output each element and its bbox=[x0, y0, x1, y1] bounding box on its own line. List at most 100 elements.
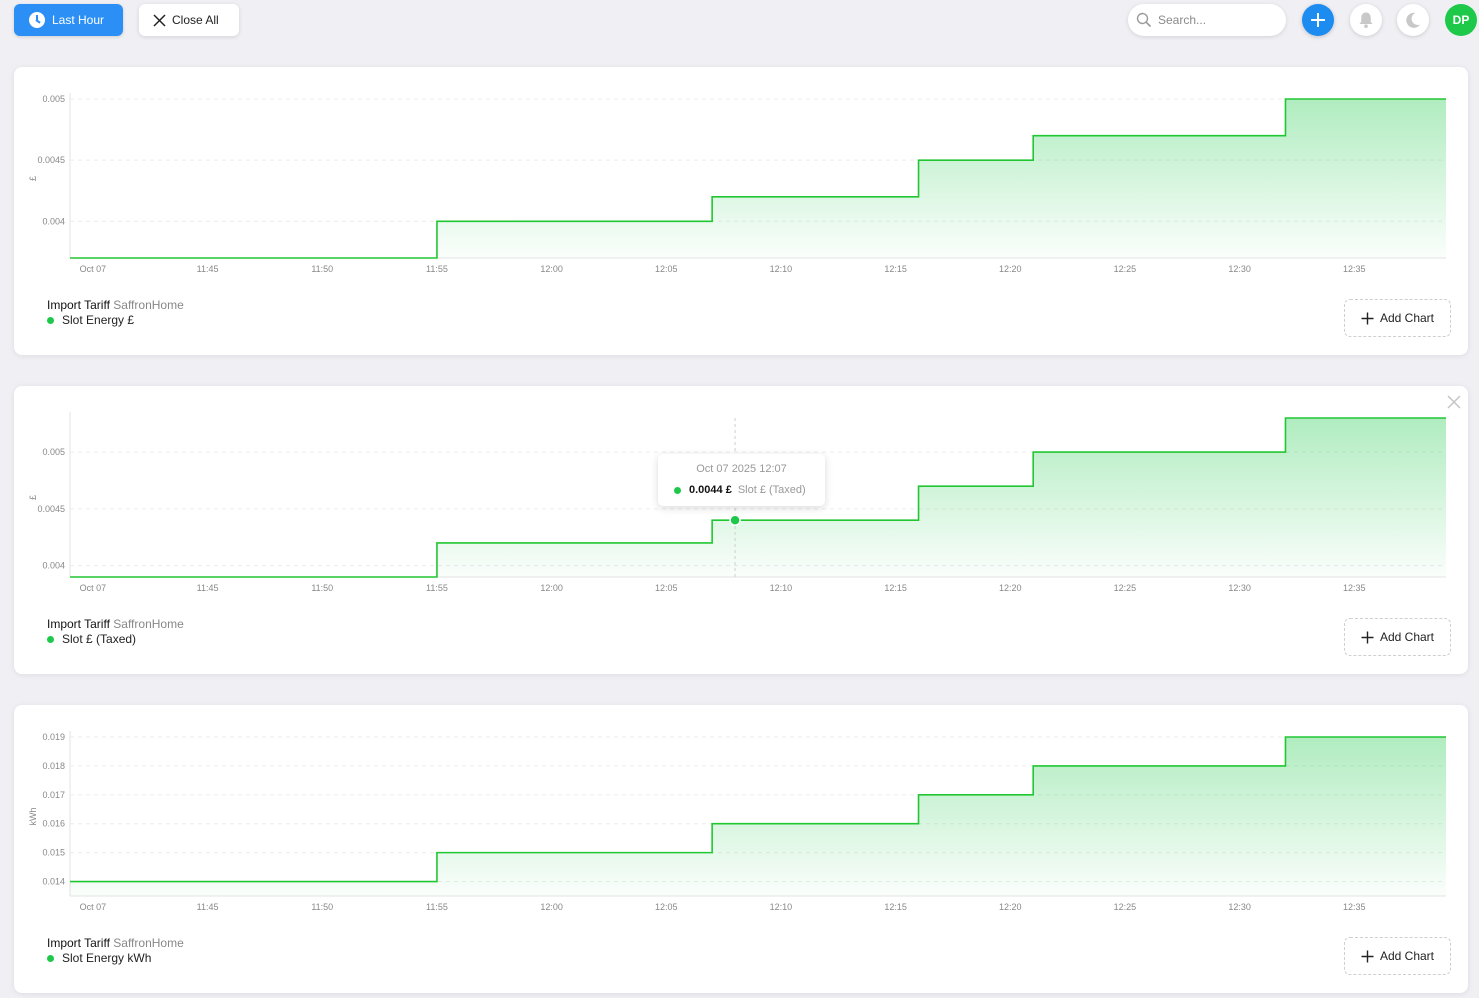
y-tick-label: 0.004 bbox=[42, 216, 65, 226]
chart-panel: 0.004 0.0045 0.005 £ Oct 07 11:45 11:50 11:55 12… bbox=[14, 67, 1468, 355]
legend-series-name: Slot Energy kWh bbox=[62, 951, 152, 965]
chart-legend: Import Tariff SaffronHome Slot Energy £ bbox=[47, 298, 184, 328]
y-axis-label: kWh bbox=[28, 808, 38, 826]
chart-panel: 0.014 0.015 0.016 0.017 0.018 0.019 kWh Oct 07 1… bbox=[14, 705, 1468, 993]
y-tick-label: 0.014 bbox=[42, 877, 65, 887]
y-tick-label: 0.004 bbox=[42, 561, 65, 571]
x-tick-label: 12:20 bbox=[999, 583, 1022, 593]
series-area bbox=[70, 99, 1446, 258]
top-bar: Last Hour Close All DP bbox=[0, 0, 1479, 40]
x-tick-label: 11:55 bbox=[426, 583, 448, 593]
x-tick-label: 11:50 bbox=[311, 583, 333, 593]
series-color-dot bbox=[47, 955, 54, 962]
chart-tooltip: Oct 07 2025 12:07 0.0044 £ Slot £ (Taxed… bbox=[658, 454, 825, 506]
chart[interactable]: 0.004 0.0045 0.005 £ Oct 07 11:45 11:50 11:55 12… bbox=[14, 386, 1468, 674]
x-tick-label: 12:05 bbox=[655, 264, 678, 274]
x-tick-label: 12:25 bbox=[1114, 264, 1137, 274]
tooltip-series: Slot £ (Taxed) bbox=[737, 484, 806, 496]
legend-series[interactable]: Slot Energy £ bbox=[47, 313, 184, 328]
x-tick-label: 12:10 bbox=[770, 264, 793, 274]
x-tick-label: Oct 07 bbox=[80, 264, 107, 274]
x-tick-label: Oct 07 bbox=[80, 902, 107, 912]
y-tick-label: 0.018 bbox=[42, 761, 65, 771]
time-range-button[interactable]: Last Hour bbox=[14, 4, 123, 36]
tooltip-row: 0.0044 £ Slot £ (Taxed) bbox=[674, 484, 806, 496]
tooltip-value: 0.0044 £ bbox=[689, 484, 732, 496]
x-tick-label: 12:35 bbox=[1343, 902, 1366, 912]
x-tick-label: 12:30 bbox=[1228, 583, 1251, 593]
x-tick-label: 11:55 bbox=[426, 902, 448, 912]
x-tick-label: 12:10 bbox=[770, 583, 793, 593]
chart[interactable]: 0.014 0.015 0.016 0.017 0.018 0.019 kWh Oct 07 1… bbox=[14, 705, 1468, 993]
close-all-label: Close All bbox=[172, 13, 219, 27]
avatar[interactable]: DP bbox=[1445, 4, 1477, 36]
legend-series[interactable]: Slot £ (Taxed) bbox=[47, 632, 184, 647]
legend-series-name: Slot £ (Taxed) bbox=[62, 632, 137, 646]
plus-icon bbox=[1361, 312, 1374, 324]
x-tick-label: 11:45 bbox=[197, 264, 219, 274]
x-tick-label: 11:45 bbox=[197, 583, 219, 593]
legend-series[interactable]: Slot Energy kWh bbox=[47, 951, 184, 966]
theme-toggle-button[interactable] bbox=[1397, 4, 1429, 36]
x-tick-label: 12:15 bbox=[884, 583, 907, 593]
plus-icon bbox=[1361, 631, 1374, 643]
add-chart-button[interactable]: Add Chart bbox=[1344, 937, 1451, 975]
x-tick-label: 12:30 bbox=[1228, 902, 1251, 912]
y-axis-label: £ bbox=[28, 495, 38, 500]
legend-entity: Import Tariff bbox=[47, 617, 110, 631]
x-tick-label: 12:25 bbox=[1114, 902, 1137, 912]
legend-device: SaffronHome bbox=[113, 936, 184, 950]
avatar-initials: DP bbox=[1452, 13, 1470, 27]
notifications-button[interactable] bbox=[1350, 4, 1382, 36]
y-axis-label: £ bbox=[28, 176, 38, 181]
search-input[interactable] bbox=[1158, 13, 1278, 27]
legend-device: SaffronHome bbox=[113, 298, 184, 312]
y-tick-label: 0.005 bbox=[42, 447, 65, 457]
y-tick-label: 0.016 bbox=[42, 819, 65, 829]
x-tick-label: 12:05 bbox=[655, 902, 678, 912]
x-tick-label: 12:00 bbox=[540, 902, 563, 912]
x-tick-label: 12:35 bbox=[1343, 583, 1366, 593]
x-tick-label: Oct 07 bbox=[80, 583, 107, 593]
legend-series-name: Slot Energy £ bbox=[62, 313, 135, 327]
add-chart-label: Add Chart bbox=[1379, 949, 1435, 963]
x-tick-label: 12:20 bbox=[999, 902, 1022, 912]
x-tick-label: 12:25 bbox=[1114, 583, 1137, 593]
x-tick-label: 12:00 bbox=[540, 264, 563, 274]
close-panel-icon[interactable] bbox=[1446, 394, 1462, 410]
plus-icon bbox=[1311, 13, 1325, 27]
x-tick-label: 11:50 bbox=[311, 264, 333, 274]
x-tick-label: 12:05 bbox=[655, 583, 678, 593]
x-tick-label: 12:35 bbox=[1343, 264, 1366, 274]
y-tick-label: 0.0045 bbox=[37, 504, 65, 514]
close-all-button[interactable]: Close All bbox=[139, 4, 239, 36]
hover-point bbox=[729, 514, 741, 526]
clock-icon bbox=[29, 12, 45, 28]
x-tick-label: 12:15 bbox=[884, 264, 907, 274]
add-button[interactable] bbox=[1302, 4, 1334, 36]
series-area bbox=[70, 737, 1446, 896]
y-tick-label: 0.0045 bbox=[37, 155, 65, 165]
moon-icon bbox=[1406, 12, 1420, 28]
x-tick-label: 12:15 bbox=[884, 902, 907, 912]
add-chart-button[interactable]: Add Chart bbox=[1344, 299, 1451, 337]
close-icon bbox=[153, 13, 166, 27]
x-tick-label: 11:45 bbox=[197, 902, 219, 912]
legend-entity: Import Tariff bbox=[47, 936, 110, 950]
tooltip-time: Oct 07 2025 12:07 bbox=[696, 463, 787, 475]
series-color-dot bbox=[47, 317, 54, 324]
search-box bbox=[1128, 4, 1286, 36]
chart-legend: Import Tariff SaffronHome Slot £ (Taxed) bbox=[47, 617, 184, 647]
y-tick-label: 0.017 bbox=[42, 790, 65, 800]
chart[interactable]: 0.004 0.0045 0.005 £ Oct 07 11:45 11:50 11:55 12… bbox=[14, 67, 1468, 355]
x-tick-label: 11:55 bbox=[426, 264, 448, 274]
x-tick-label: 11:50 bbox=[311, 902, 333, 912]
x-tick-label: 12:00 bbox=[540, 583, 563, 593]
x-tick-label: 12:20 bbox=[999, 264, 1022, 274]
time-range-label: Last Hour bbox=[52, 13, 105, 27]
chart-panel: 0.004 0.0045 0.005 £ Oct 07 11:45 11:50 11:55 12… bbox=[14, 386, 1468, 674]
x-tick-label: 12:30 bbox=[1228, 264, 1251, 274]
series-color-dot bbox=[674, 486, 681, 494]
bell-icon bbox=[1359, 12, 1373, 28]
add-chart-button[interactable]: Add Chart bbox=[1344, 618, 1451, 656]
